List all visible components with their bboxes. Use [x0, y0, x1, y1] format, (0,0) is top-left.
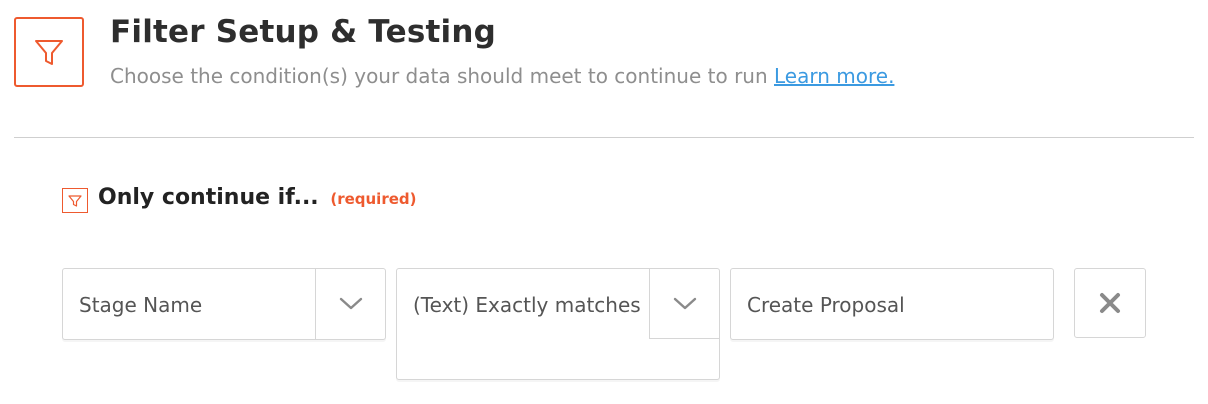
operator-select[interactable]: (Text) Exactly matches	[396, 268, 720, 380]
field-select[interactable]: Stage Name	[62, 268, 386, 340]
remove-condition-button[interactable]	[1074, 268, 1146, 338]
close-icon	[1100, 293, 1120, 313]
learn-more-link[interactable]: Learn more.	[774, 64, 894, 88]
required-label: (required)	[330, 190, 417, 208]
header-divider	[14, 137, 1194, 138]
page-subtitle: Choose the condition(s) your data should…	[110, 64, 894, 88]
operator-select-value: (Text) Exactly matches	[413, 293, 641, 317]
value-input[interactable]: Create Proposal	[730, 268, 1054, 340]
operator-dropdown-button[interactable]	[649, 269, 719, 339]
filter-icon	[35, 40, 63, 65]
subtitle-text: Choose the condition(s) your data should…	[110, 64, 768, 88]
section-heading-text: Only continue if...	[98, 185, 319, 210]
field-dropdown-button[interactable]	[315, 269, 385, 339]
section-filter-icon-box	[62, 188, 88, 213]
section-heading: Only continue if... (required)	[98, 185, 417, 210]
chevron-down-icon	[339, 297, 362, 310]
filter-icon	[68, 194, 82, 207]
value-input-text: Create Proposal	[747, 293, 905, 317]
chevron-down-icon	[673, 297, 696, 309]
page-title: Filter Setup & Testing	[110, 14, 497, 50]
field-select-value: Stage Name	[79, 293, 203, 317]
filter-icon-box	[14, 17, 84, 87]
